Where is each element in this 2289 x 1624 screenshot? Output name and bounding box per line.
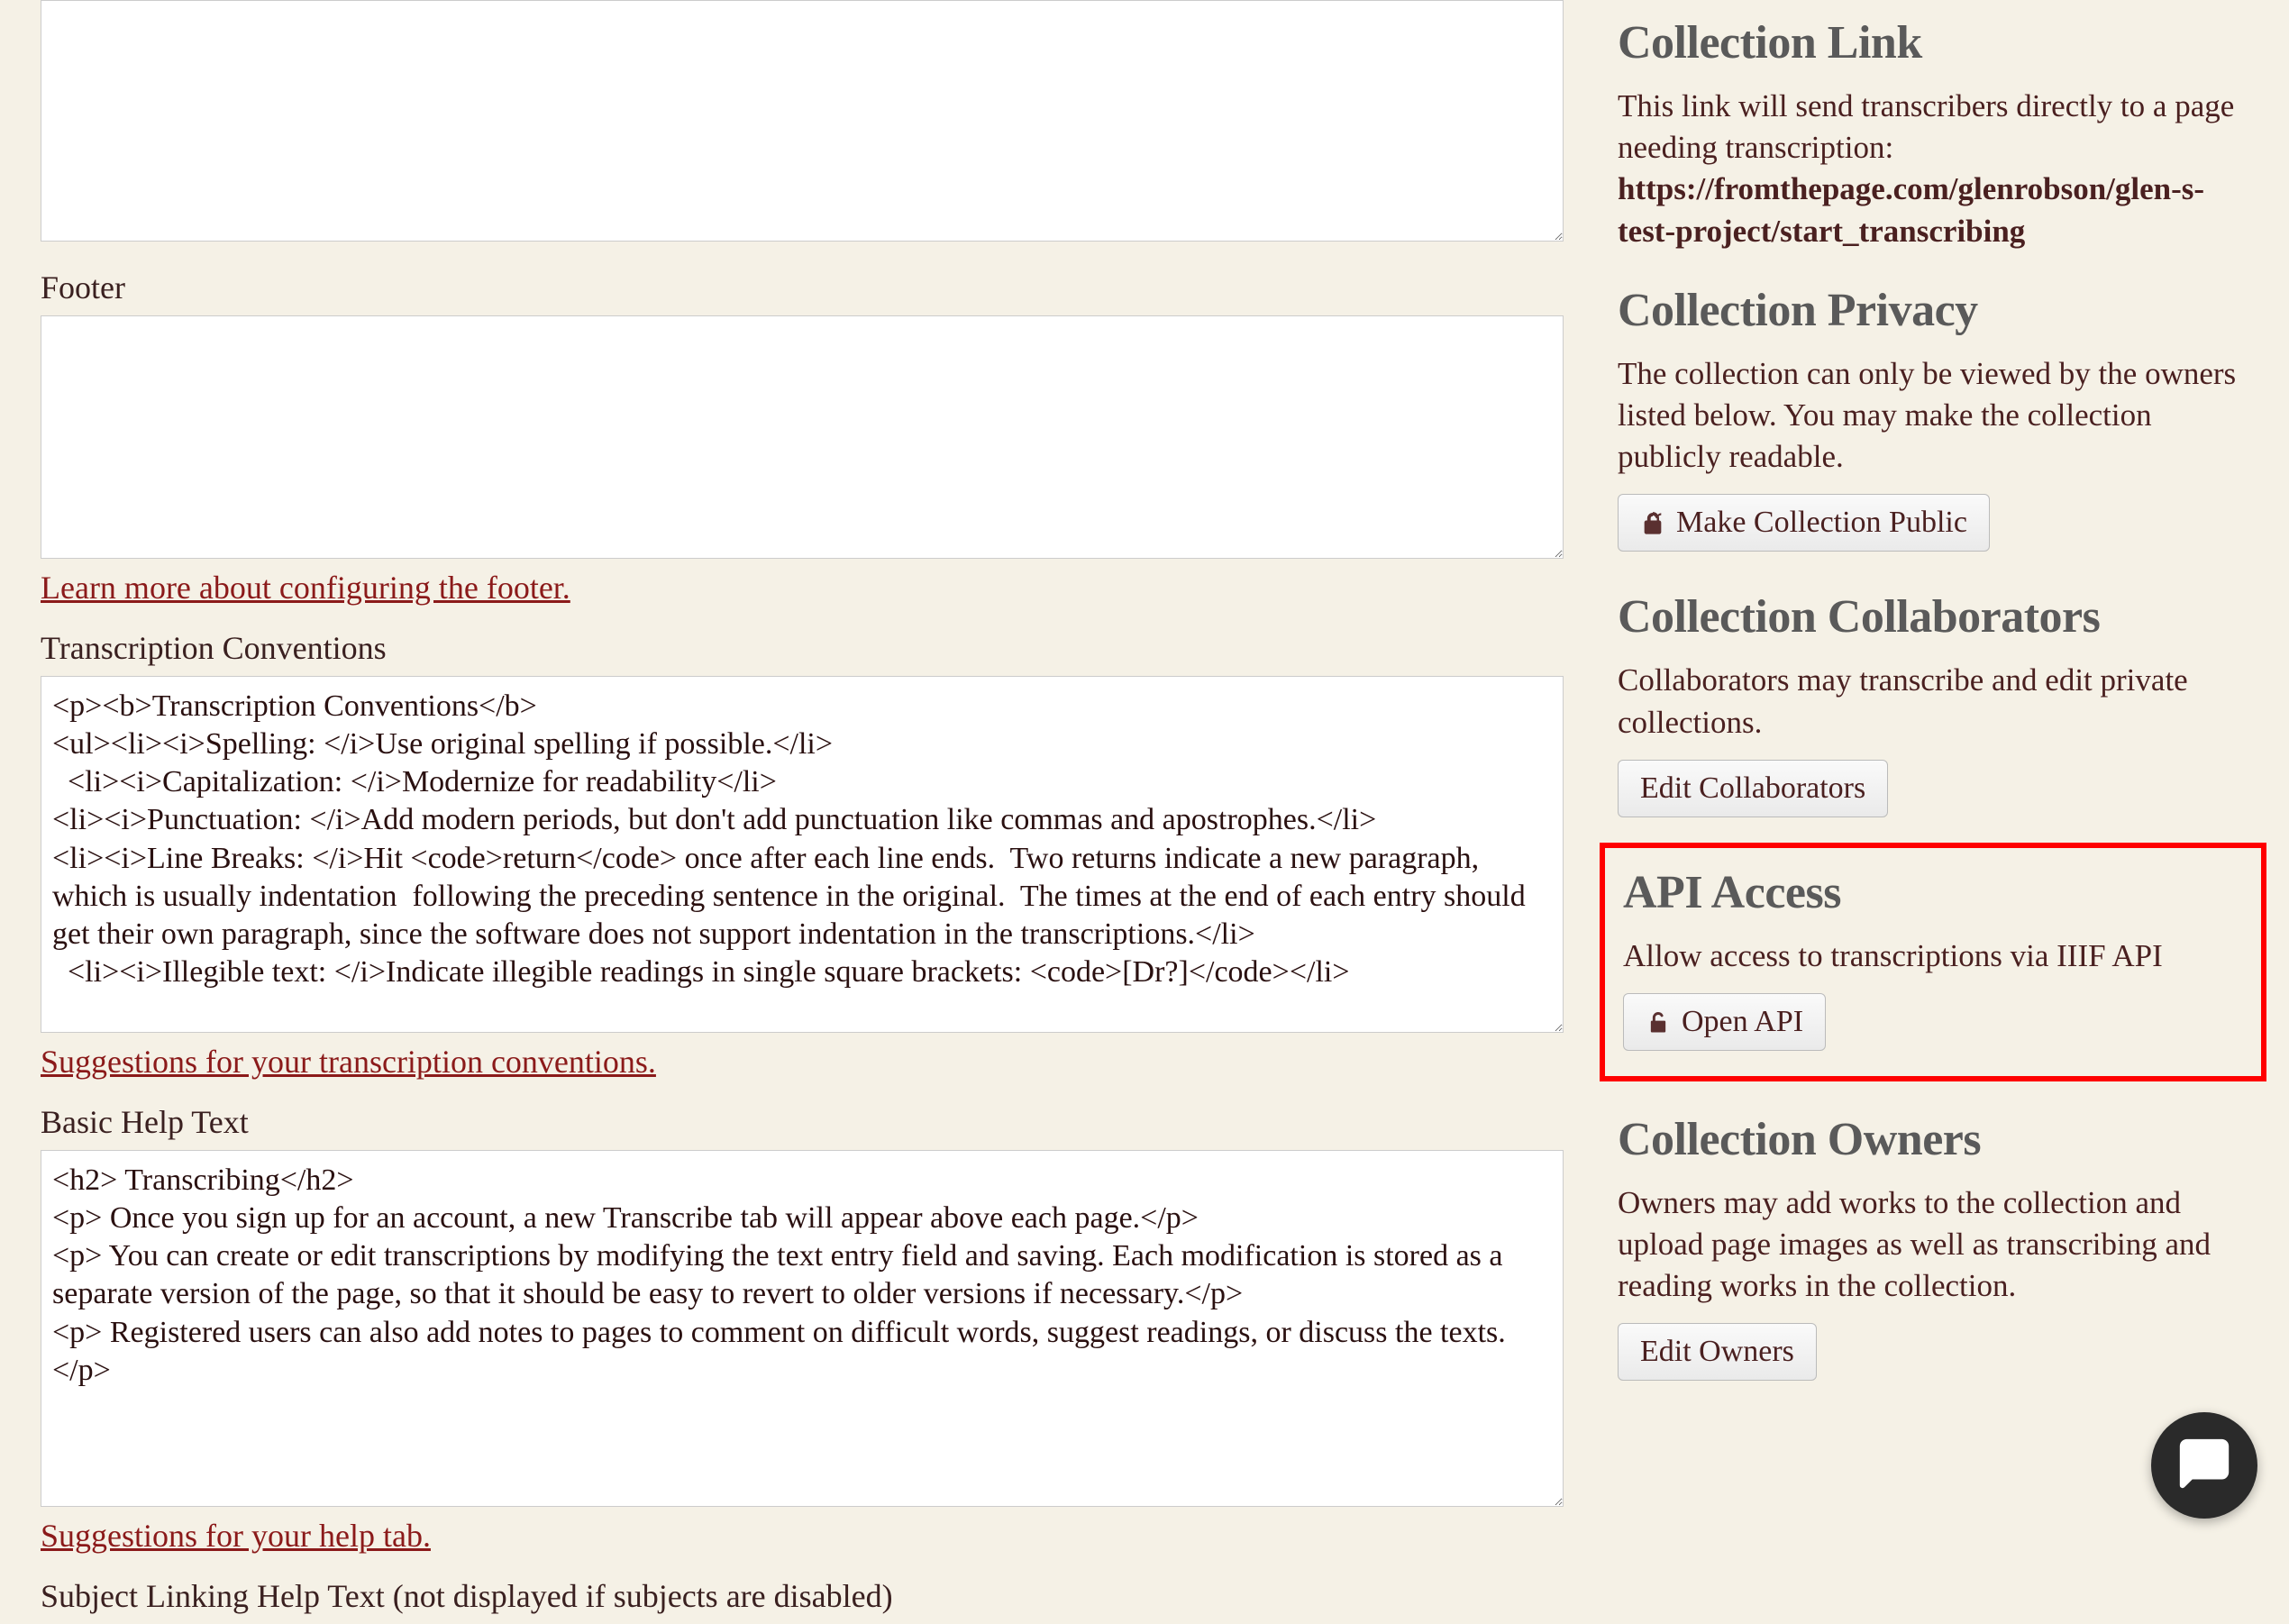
unlock-icon — [1646, 1009, 1671, 1035]
footer-label: Footer — [41, 269, 1564, 306]
conventions-help-link[interactable]: Suggestions for your transcription conve… — [41, 1043, 656, 1081]
collection-collaborators-text: Collaborators may transcribe and edit pr… — [1618, 660, 2248, 743]
chat-icon — [2178, 1437, 2230, 1494]
collection-link-heading: Collection Link — [1618, 16, 2248, 69]
subject-help-label: Subject Linking Help Text (not displayed… — [41, 1577, 1564, 1615]
sidebar-column: Collection Link This link will send tran… — [1618, 0, 2248, 1624]
open-api-label: Open API — [1682, 1005, 1803, 1039]
unlock-icon — [1640, 510, 1665, 535]
make-public-label: Make Collection Public — [1676, 506, 1967, 540]
basic-help-link[interactable]: Suggestions for your help tab. — [41, 1517, 431, 1555]
description-textarea[interactable] — [41, 0, 1564, 242]
collection-owners-text: Owners may add works to the collection a… — [1618, 1182, 2248, 1308]
open-api-button[interactable]: Open API — [1623, 993, 1826, 1051]
api-access-text: Allow access to transcriptions via IIIF … — [1623, 935, 2243, 977]
collection-privacy-text: The collection can only be viewed by the… — [1618, 353, 2248, 479]
edit-owners-button[interactable]: Edit Owners — [1618, 1323, 1817, 1381]
collection-link-prefix: This link will send transcribers directl… — [1618, 88, 2234, 165]
footer-textarea[interactable] — [41, 315, 1564, 559]
collection-owners-heading: Collection Owners — [1618, 1113, 2248, 1166]
conventions-textarea[interactable]: <p><b>Transcription Conventions</b> <ul>… — [41, 676, 1564, 1033]
edit-collaborators-label: Edit Collaborators — [1640, 771, 1865, 806]
collection-link-text: This link will send transcribers directl… — [1618, 86, 2248, 252]
api-access-heading: API Access — [1623, 866, 2243, 919]
edit-collaborators-button[interactable]: Edit Collaborators — [1618, 760, 1888, 817]
basic-help-textarea[interactable]: <h2> Transcribing</h2> <p> Once you sign… — [41, 1150, 1564, 1507]
chat-widget-button[interactable] — [2151, 1412, 2257, 1519]
conventions-label: Transcription Conventions — [41, 629, 1564, 667]
main-settings-column: Footer Learn more about configuring the … — [41, 0, 1564, 1624]
collection-privacy-heading: Collection Privacy — [1618, 284, 2248, 337]
basic-help-label: Basic Help Text — [41, 1103, 1564, 1141]
edit-owners-label: Edit Owners — [1640, 1335, 1794, 1369]
footer-help-link[interactable]: Learn more about configuring the footer. — [41, 569, 570, 607]
api-access-highlight: API Access Allow access to transcription… — [1600, 843, 2266, 1081]
make-public-button[interactable]: Make Collection Public — [1618, 494, 1990, 552]
collection-collaborators-heading: Collection Collaborators — [1618, 590, 2248, 643]
collection-link-url: https://fromthepage.com/glenrobson/glen-… — [1618, 171, 2204, 248]
